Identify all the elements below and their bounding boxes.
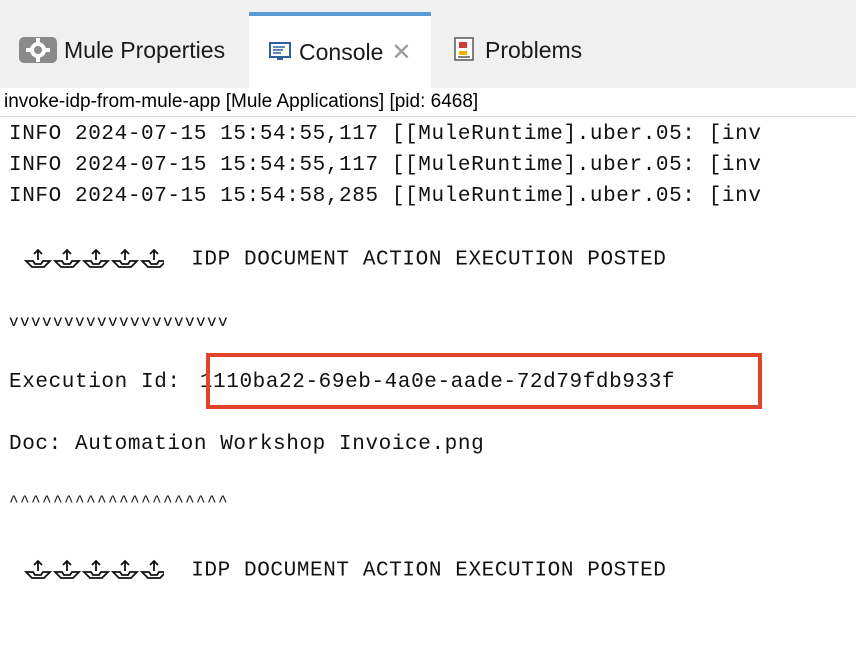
tab-label: Mule Properties — [64, 36, 226, 63]
separator-down: vvvvvvvvvvvvvvvvvvvv — [9, 313, 230, 331]
separator-up: ^^^^^^^^^^^^^^^^^^^^ — [9, 493, 230, 511]
posted-message: IDP DOCUMENT ACTION EXECUTION POSTED — [191, 248, 667, 272]
posted-line: IDP DOCUMENT ACTION EXECUTION POSTED — [24, 247, 666, 272]
console-output[interactable]: INFO 2024-07-15 15:54:55,117 [[MuleRunti… — [0, 116, 856, 645]
tab-problems[interactable]: Problems — [451, 12, 582, 88]
upload-tray-icons — [24, 247, 164, 271]
tab-label: Console — [299, 38, 384, 65]
doc-line: Doc: Automation Workshop Invoice.png — [9, 433, 485, 456]
posted-line: IDP DOCUMENT ACTION EXECUTION POSTED — [24, 558, 666, 583]
gear-icon — [18, 36, 58, 64]
log-line: INFO 2024-07-15 15:54:55,117 [[MuleRunti… — [9, 154, 762, 177]
problems-icon — [451, 36, 479, 64]
upload-tray-icon — [24, 248, 164, 268]
tab-mule-properties[interactable]: Mule Properties — [18, 12, 225, 88]
posted-message: IDP DOCUMENT ACTION EXECUTION POSTED — [191, 559, 667, 583]
execution-label: Execution Id: — [9, 371, 181, 394]
view-tab-bar: Mule Properties Console ✕ Problems — [0, 0, 856, 88]
close-icon[interactable]: ✕ — [391, 38, 411, 67]
upload-tray-icons — [24, 558, 164, 582]
tab-label: Problems — [485, 36, 583, 63]
log-line: INFO 2024-07-15 15:54:58,285 [[MuleRunti… — [9, 185, 762, 208]
tab-console[interactable]: Console ✕ — [249, 12, 431, 88]
upload-tray-icon — [24, 559, 164, 579]
process-label: invoke-idp-from-mule-app [Mule Applicati… — [4, 91, 479, 112]
execution-id-highlight — [206, 353, 762, 409]
monitor-icon — [269, 41, 293, 63]
log-line: INFO 2024-07-15 15:54:55,117 [[MuleRunti… — [9, 123, 762, 146]
